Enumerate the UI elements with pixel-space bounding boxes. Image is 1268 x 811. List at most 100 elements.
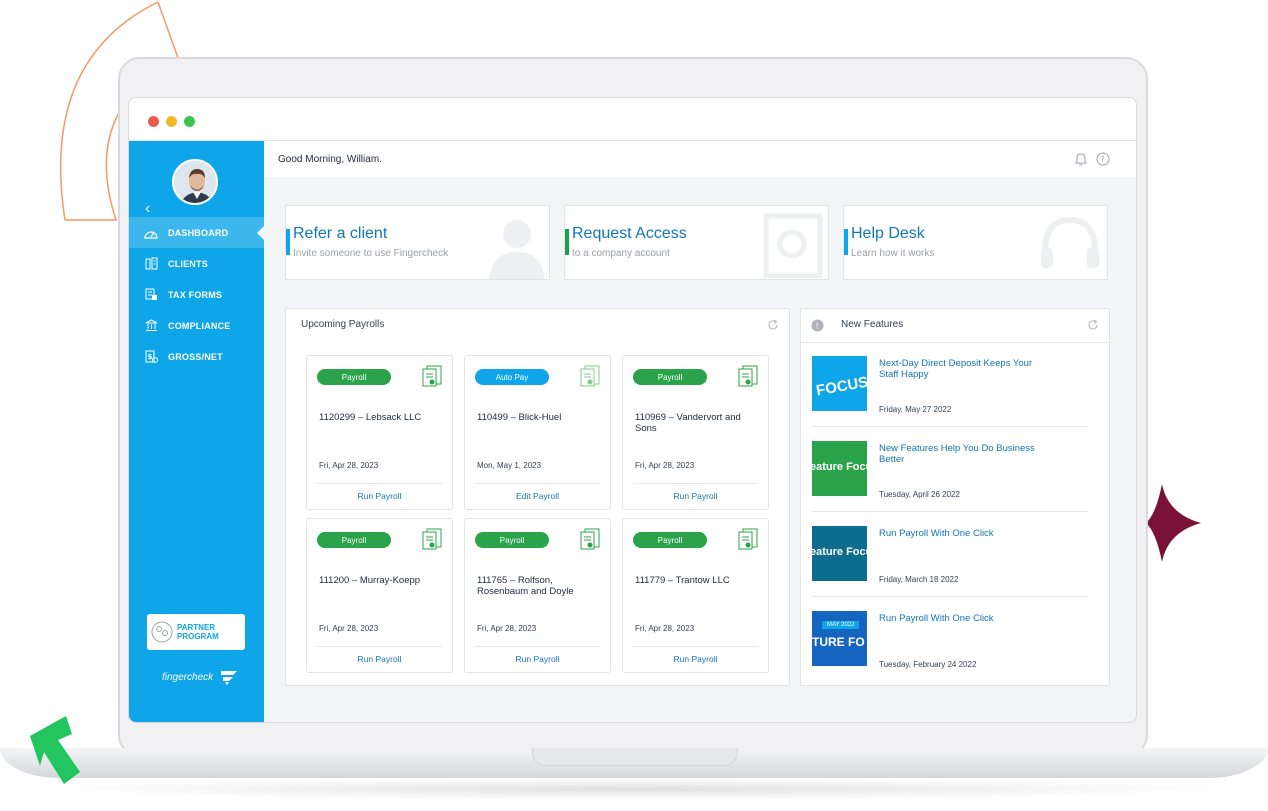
feature-item: MAY 2022 TURE FO Run Payroll With One Clic… (812, 611, 1088, 696)
payroll-status-badge: Payroll (317, 532, 391, 548)
card-subtitle: to a company account (572, 248, 670, 259)
payroll-document-icon[interactable] (422, 528, 442, 550)
bell-icon[interactable] (1074, 152, 1088, 166)
payroll-action-link[interactable]: Run Payroll (307, 491, 452, 501)
card-accent-bar (844, 229, 848, 255)
svg-text:$: $ (147, 353, 152, 361)
buildings-icon (144, 257, 158, 271)
refresh-icon[interactable] (767, 319, 779, 331)
payroll-client-name: 111779 – Trantow LLC (635, 575, 730, 586)
card-title: Request Access (572, 225, 687, 242)
card-subtitle: Invite someone to use Fingercheck (293, 248, 449, 259)
payroll-status-badge: Payroll (475, 532, 549, 548)
feature-title-link[interactable]: Run Payroll With One Click (879, 528, 1049, 539)
handshake-icon (151, 621, 173, 643)
avatar[interactable] (172, 159, 218, 205)
payroll-status-badge: Payroll (633, 369, 707, 385)
payroll-client-name: 111200 – Murray-Koepp (319, 575, 421, 586)
vault-icon (763, 213, 823, 278)
refresh-icon[interactable] (1087, 319, 1099, 331)
payroll-card: Payroll 110969 – Vandervort and Sons Fri, … (622, 355, 769, 510)
calculator-icon: $ (144, 350, 158, 364)
maximize-dot[interactable] (184, 116, 195, 127)
payroll-action-link[interactable]: Edit Payroll (465, 491, 610, 501)
payroll-date: Fri, Apr 28, 2023 (319, 461, 379, 470)
feature-date: Tuesday, February 24 2022 (879, 660, 977, 669)
card-accent-bar (286, 229, 290, 255)
sidebar-item-label: TAX FORMS (168, 289, 223, 300)
top-icons: ? (1074, 152, 1110, 166)
window-titlebar (129, 98, 1136, 141)
feature-item: eature Focu Run Payroll With One Click Fri… (812, 526, 1088, 611)
card-divider (475, 483, 600, 484)
close-dot[interactable] (148, 116, 159, 127)
feature-title-link[interactable]: Run Payroll With One Click (879, 613, 1049, 624)
card-accent-bar (565, 229, 569, 255)
sidebar-item-label: GROSS/NET (168, 351, 223, 362)
fingercheck-logo: fingercheck (162, 669, 239, 685)
greeting-text: Good Morning, William. (278, 154, 382, 165)
payroll-action-link[interactable]: Run Payroll (307, 654, 452, 664)
chevron-left-icon[interactable]: ‹ (145, 201, 150, 217)
payroll-client-name: 110969 – Vandervort and Sons (635, 412, 741, 434)
payroll-date: Fri, Apr 28, 2023 (635, 461, 695, 470)
payroll-action-link[interactable]: Run Payroll (623, 654, 768, 664)
sidebar-item-gross-net[interactable]: $ GROSS/NET (129, 341, 264, 372)
headset-icon (1041, 216, 1099, 268)
feature-title-link[interactable]: Next-Day Direct Deposit Keeps Your Staff… (879, 358, 1049, 380)
svg-text:?: ? (1101, 155, 1105, 164)
card-divider (475, 646, 600, 647)
card-divider (633, 646, 758, 647)
fingercheck-mark-icon (221, 671, 238, 685)
feature-thumbnail[interactable]: eature Focu (812, 526, 867, 581)
card-divider (317, 646, 442, 647)
payroll-document-icon[interactable] (422, 365, 442, 387)
payroll-card: Auto Pay 110499 – Blick-Huel Mon, May 1, 2… (464, 355, 611, 510)
payroll-card: Payroll 1120299 – Lebsack LLC Fri, Apr 28,… (306, 355, 453, 510)
feature-divider (812, 426, 1088, 427)
app-window: ‹ DASHBOARD CLIENTS TAX FORMS COMPLIANCE… (128, 97, 1137, 723)
upcoming-payrolls-panel: Upcoming Payrolls Payroll 1120299 – Lebsa… (285, 308, 790, 686)
sidebar-item-tax-forms[interactable]: TAX FORMS (129, 279, 264, 310)
sidebar-nav: DASHBOARD CLIENTS TAX FORMS COMPLIANCE $… (129, 217, 264, 372)
payroll-date: Fri, Apr 28, 2023 (477, 624, 537, 633)
sidebar: ‹ DASHBOARD CLIENTS TAX FORMS COMPLIANCE… (129, 141, 264, 722)
payroll-action-link[interactable]: Run Payroll (623, 491, 768, 501)
payroll-client-name: 110499 – Blick-Huel (477, 412, 562, 423)
scene: ‹ DASHBOARD CLIENTS TAX FORMS COMPLIANCE… (0, 0, 1268, 811)
payroll-document-icon[interactable] (580, 528, 600, 550)
feature-thumbnail[interactable]: FOCUS (812, 356, 867, 411)
person-silhouette-icon (489, 220, 545, 279)
request-access-card[interactable]: Request Access to a company account (564, 205, 829, 280)
sidebar-item-clients[interactable]: CLIENTS (129, 248, 264, 279)
payroll-document-icon[interactable] (738, 365, 758, 387)
help-desk-card[interactable]: Help Desk Learn how it works (843, 205, 1108, 280)
partner-program-button[interactable]: PARTNER PROGRAM (147, 614, 245, 650)
payroll-status-badge: Payroll (317, 369, 391, 385)
payroll-document-icon[interactable] (738, 528, 758, 550)
top-bar: Good Morning, William. ? (264, 141, 1136, 177)
payroll-action-link[interactable]: Run Payroll (465, 654, 610, 664)
payroll-document-icon[interactable] (580, 365, 600, 387)
svg-text:!: ! (816, 322, 819, 331)
sidebar-item-compliance[interactable]: COMPLIANCE (129, 310, 264, 341)
feature-thumbnail[interactable]: eature Focu (812, 441, 867, 496)
card-subtitle: Learn how it works (851, 248, 935, 259)
payroll-card: Payroll 111779 – Trantow LLC Fri, Apr 28, … (622, 518, 769, 673)
feature-date: Tuesday, April 26 2022 (879, 490, 960, 499)
sidebar-item-label: COMPLIANCE (168, 320, 231, 331)
feature-divider (812, 511, 1088, 512)
thumb-text: TURE FO (812, 635, 865, 649)
payroll-card: Payroll 111200 – Murray-Koepp Fri, Apr 28,… (306, 518, 453, 673)
feature-title-link[interactable]: New Features Help You Do Business Better (879, 443, 1049, 465)
panel-title: Upcoming Payrolls (301, 319, 385, 330)
minimize-dot[interactable] (166, 116, 177, 127)
card-divider (633, 483, 758, 484)
panel-title: New Features (841, 319, 904, 330)
feature-thumbnail[interactable]: MAY 2022 TURE FO (812, 611, 867, 666)
sidebar-item-dashboard[interactable]: DASHBOARD (129, 217, 264, 248)
help-circle-icon[interactable]: ? (1096, 152, 1110, 166)
refer-client-card[interactable]: Refer a client Invite someone to use Fin… (285, 205, 550, 280)
payroll-status-badge: Payroll (633, 532, 707, 548)
payroll-date: Fri, Apr 28, 2023 (319, 624, 379, 633)
